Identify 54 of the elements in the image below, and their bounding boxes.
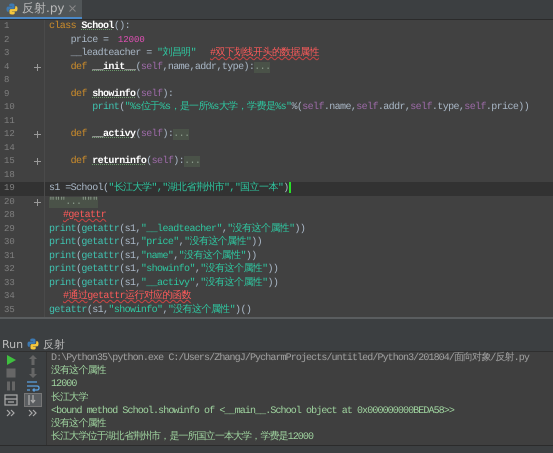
line-number: 30	[3, 236, 16, 249]
plus-icon[interactable]	[34, 131, 40, 138]
line-number: 14	[3, 142, 16, 154]
code-line: print(getattr(s1,"showinfo","没有这个属性"))	[44, 263, 278, 276]
line-number: 3	[3, 47, 10, 60]
line-number: 20	[3, 196, 16, 208]
line-number: 28	[3, 209, 16, 222]
code-line: class School():	[44, 20, 130, 34]
python-config-icon	[27, 338, 40, 350]
line-number: 10	[3, 101, 16, 114]
code-line: print(getattr(s1,"__leadteacher","没有这个属性"))	[44, 222, 306, 236]
run-config-name[interactable]: 反射	[43, 336, 66, 352]
scroll-to-end-icon[interactable]	[24, 392, 42, 407]
code-line: print(getattr(s1,"price","没有这个属性"))	[44, 236, 262, 250]
line-number: 34	[3, 290, 16, 303]
run-label: Run	[2, 338, 24, 350]
code-line: __leadteacher = "刘昌明" #双下划线开头的数据属性	[44, 47, 319, 60]
close-icon[interactable]	[68, 5, 76, 12]
code-line: print(getattr(s1,"name","没有这个属性"))	[44, 250, 257, 263]
code-line: getattr(s1,"showinfo","没有这个属性")()	[44, 304, 252, 317]
code-line: print("%s位于%s，是一所%s大学，学费是%s"%(self.name,self.addr,self.type,self.price))	[44, 101, 530, 114]
line-number: 19	[3, 182, 16, 195]
code-line: #通过getattr运行对应的函数	[44, 290, 191, 304]
plus-icon[interactable]	[34, 158, 40, 166]
line-number: 18	[3, 168, 16, 182]
soft-wrap-icon[interactable]	[24, 379, 42, 394]
line-number: 4	[3, 60, 10, 74]
code-line: print(getattr(s1,"__activy","没有这个属性"))	[44, 276, 278, 290]
line-number: 29	[3, 222, 16, 236]
code-line: def showinfo(self):	[44, 88, 174, 101]
line-number: 35	[3, 304, 16, 316]
console-output: D:\Python35\python.exe C:/Users/ZhangJ/PycharmProjects/untitled/Python3/201804/面向对象/反射.py 没有这个属性 12000 长江大学 <bound method School.showinfo of <__main__.School object at 0x000000000BEDA58>> 没有这个属性 长江大学位于湖北省荆州市，是一所国立一本大学，学费是12000	[50, 352, 529, 445]
line-number: 1	[3, 20, 10, 33]
code-line: #getattr	[44, 209, 106, 222]
line-number: 8	[3, 74, 10, 87]
plus-icon[interactable]	[34, 198, 40, 206]
line-number: 33	[3, 276, 16, 290]
line-number: 31	[3, 250, 16, 262]
python-file-icon	[6, 2, 18, 14]
line-number: 32	[3, 263, 16, 276]
file-tab[interactable]: 反射.py	[0, 0, 82, 19]
code-line: def returninfo(self):...	[44, 155, 200, 168]
line-number: 12	[3, 128, 16, 141]
line-number: 11	[3, 114, 16, 128]
line-number: 9	[3, 88, 10, 100]
layout-icon[interactable]	[2, 392, 20, 407]
line-number: 15	[3, 155, 16, 168]
code-line: """..."""	[44, 196, 98, 209]
code-line: price = 12000	[44, 34, 145, 47]
text-caret	[288, 182, 291, 193]
line-number: 2	[3, 34, 10, 46]
code-line: def __activy(self):...	[44, 128, 190, 142]
code-line: def __init__(self,name,addr,type):...	[44, 60, 270, 74]
plus-icon[interactable]	[34, 64, 40, 71]
